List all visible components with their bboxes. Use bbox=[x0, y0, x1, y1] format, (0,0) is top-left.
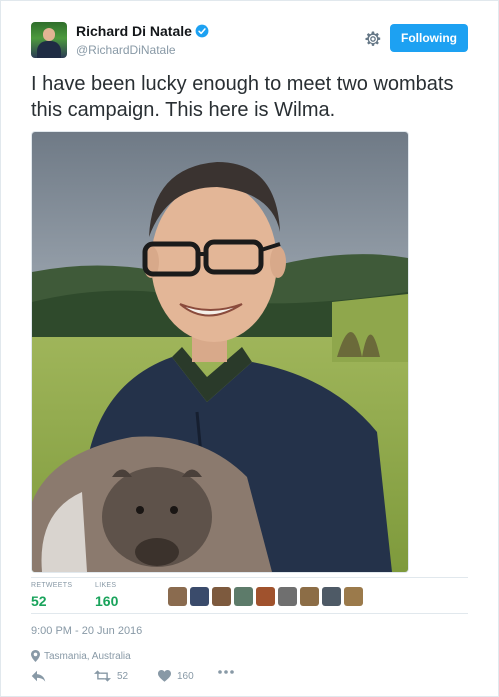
divider bbox=[31, 577, 468, 578]
reply-icon bbox=[31, 670, 46, 682]
author-name-row[interactable]: Richard Di Natale bbox=[76, 23, 209, 39]
liker-avatar[interactable] bbox=[344, 587, 363, 606]
tweet-text: I have been lucky enough to meet two wom… bbox=[31, 73, 454, 121]
divider bbox=[31, 613, 468, 614]
retweet-count: 52 bbox=[117, 670, 129, 682]
liker-avatar[interactable] bbox=[190, 587, 209, 606]
like-button[interactable]: 160 bbox=[158, 670, 194, 682]
tweet-actions: 52 160 bbox=[0, 670, 499, 690]
more-dots-icon bbox=[218, 670, 234, 674]
following-button[interactable]: Following bbox=[390, 24, 468, 52]
retweets-stat[interactable]: RETWEETS 52 bbox=[31, 582, 72, 609]
author-display-name[interactable]: Richard Di Natale bbox=[76, 23, 192, 39]
retweets-count: 52 bbox=[31, 593, 47, 609]
likes-stat[interactable]: LIKES 160 bbox=[95, 582, 118, 609]
retweet-button[interactable]: 52 bbox=[94, 670, 128, 682]
author-handle[interactable]: @RichardDiNatale bbox=[76, 43, 176, 57]
like-count: 160 bbox=[177, 670, 194, 682]
liker-avatar[interactable] bbox=[212, 587, 231, 606]
liker-avatar[interactable] bbox=[322, 587, 341, 606]
liker-avatar[interactable] bbox=[278, 587, 297, 606]
retweets-label: RETWEETS bbox=[31, 582, 73, 589]
liker-avatar[interactable] bbox=[234, 587, 253, 606]
tweet-timestamp[interactable]: 9:00 PM - 20 Jun 2016 bbox=[31, 625, 142, 637]
heart-icon bbox=[158, 670, 171, 682]
liker-avatar[interactable] bbox=[168, 587, 187, 606]
liker-avatar[interactable] bbox=[256, 587, 275, 606]
retweet-icon bbox=[94, 670, 111, 682]
verified-badge-icon bbox=[195, 24, 209, 38]
location-pin-icon bbox=[31, 650, 40, 662]
tweet-photo[interactable] bbox=[31, 131, 409, 573]
liker-avatar[interactable] bbox=[300, 587, 319, 606]
avatar[interactable] bbox=[31, 22, 67, 58]
location-label: Tasmania, Australia bbox=[44, 650, 131, 662]
likes-label: LIKES bbox=[95, 582, 117, 589]
gear-icon[interactable] bbox=[364, 30, 382, 48]
location[interactable]: Tasmania, Australia bbox=[31, 650, 131, 662]
reply-button[interactable] bbox=[31, 670, 46, 682]
more-options-button[interactable] bbox=[218, 670, 234, 674]
likes-count: 160 bbox=[95, 593, 119, 609]
liker-avatars bbox=[168, 587, 363, 606]
